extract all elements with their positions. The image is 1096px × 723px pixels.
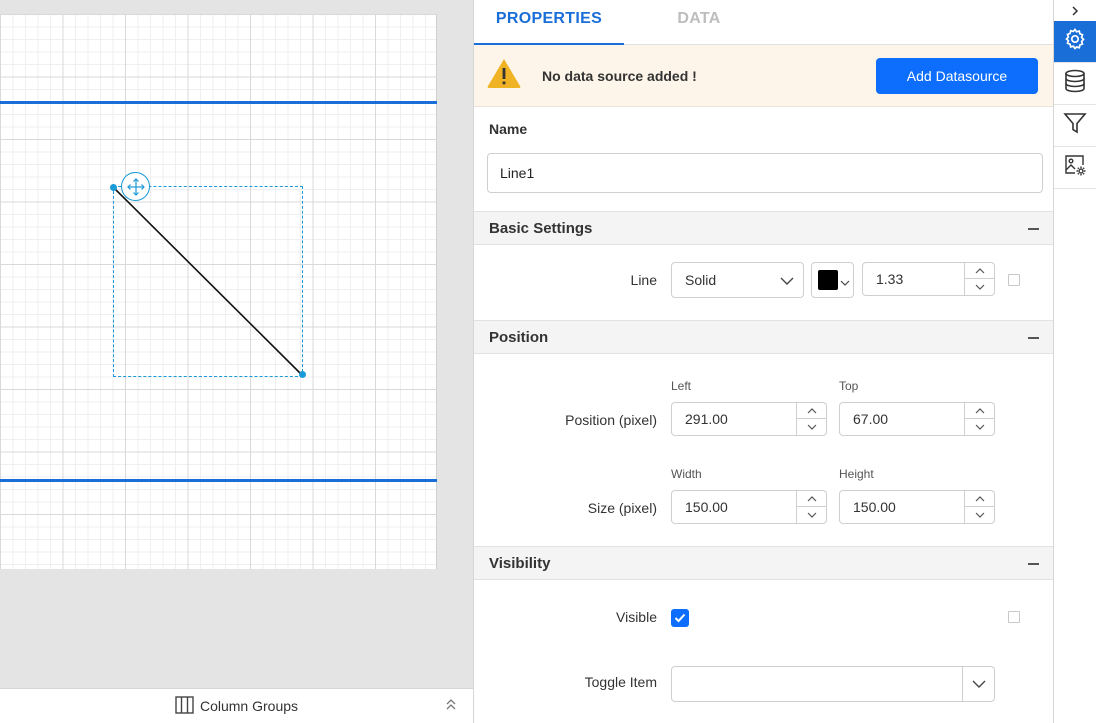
chevron-down-icon[interactable] [962,667,994,701]
basic-settings-header[interactable]: Basic Settings [474,211,1053,245]
position-title: Position [489,328,549,346]
line-style-dropdown[interactable]: Solid [671,262,804,298]
spin-up-button[interactable] [965,403,994,419]
width-value: 150.00 [685,499,728,515]
spin-down-button[interactable] [797,419,826,435]
height-input[interactable]: 150.00 [839,490,995,524]
chevron-right-icon[interactable] [1054,0,1096,21]
columns-icon [175,695,194,717]
line-start-handle[interactable] [110,184,117,191]
visible-label: Visible [616,609,657,625]
line-width-input[interactable]: 1.33 [862,262,995,296]
toggle-item-label: Toggle Item [584,674,657,690]
left-spinner [796,403,826,435]
top-spinner [964,403,994,435]
rail-properties-button[interactable] [1054,21,1096,63]
move-icon[interactable] [121,172,150,201]
height-spinner [964,491,994,523]
visibility-title: Visibility [489,554,551,572]
chevron-down-icon [779,273,795,292]
spin-up-button[interactable] [965,263,994,279]
height-value: 150.00 [853,499,896,515]
line-color-picker[interactable] [811,262,854,298]
basic-settings-title: Basic Settings [489,219,593,237]
tab-data[interactable]: DATA [624,0,774,44]
spin-down-button[interactable] [965,279,994,295]
line-width-value: 1.33 [876,271,904,287]
design-canvas[interactable]: Column Groups [0,0,474,723]
position-label: Position (pixel) [565,412,657,428]
spin-down-button[interactable] [965,507,994,523]
column-groups-bar: Column Groups [0,688,473,723]
position-body: Left Top Position (pixel) 291.00 67.00 W… [474,354,1053,546]
selection-box[interactable] [113,186,303,377]
width-input[interactable]: 150.00 [671,490,827,524]
chevron-down-icon [840,275,850,291]
database-icon [1064,69,1086,98]
column-groups-toggle[interactable]: Column Groups [175,695,299,717]
spin-up-button[interactable] [797,491,826,507]
visibility-body: Visible Toggle Item [474,580,1053,722]
no-datasource-warning: No data source added ! Add Datasource [474,45,1053,107]
position-header[interactable]: Position [474,320,1053,354]
rail-filter-button[interactable] [1054,105,1096,147]
panel-tabs: PROPERTIES DATA [474,0,1053,45]
column-groups-label: Column Groups [199,698,299,714]
collapse-icon[interactable] [1028,228,1039,230]
gear-icon [1063,27,1087,56]
rail-data-button[interactable] [1054,63,1096,105]
spin-up-button[interactable] [965,491,994,507]
left-value: 291.00 [685,411,728,427]
line-label: Line [630,272,657,288]
spin-up-button[interactable] [797,403,826,419]
warning-icon [486,57,522,94]
width-spinner [796,491,826,523]
height-label: Height [839,467,874,481]
size-label: Size (pixel) [587,500,657,516]
tab-properties[interactable]: PROPERTIES [474,0,624,45]
top-input[interactable]: 67.00 [839,402,995,436]
filter-icon [1063,111,1087,140]
width-label: Width [671,467,702,481]
line-end-handle[interactable] [299,371,306,378]
warning-message: No data source added ! [542,67,697,84]
add-datasource-button[interactable]: Add Datasource [876,58,1038,94]
visible-override-checkbox[interactable] [1008,611,1020,623]
visibility-header[interactable]: Visibility [474,546,1053,580]
top-label: Top [839,379,859,393]
name-input[interactable] [487,153,1043,193]
double-chevron-up-icon[interactable] [445,697,457,716]
name-section: Name [474,107,1053,211]
color-swatch [818,270,838,290]
line-style-value: Solid [685,272,717,288]
name-label: Name [489,121,528,137]
collapse-icon[interactable] [1028,337,1039,339]
left-label: Left [671,379,692,393]
line-width-spinner [964,263,994,295]
rail-image-settings-button[interactable] [1054,147,1096,189]
side-rail [1053,0,1096,723]
properties-panel: PROPERTIES DATA No data source added ! A… [474,0,1053,723]
left-input[interactable]: 291.00 [671,402,827,436]
image-settings-icon [1063,153,1087,182]
toggle-item-dropdown[interactable] [671,666,995,702]
visible-checkbox[interactable] [671,609,689,627]
basic-settings-body: Line Solid 1.33 [474,245,1053,320]
line-override-checkbox[interactable] [1008,274,1020,286]
spin-down-button[interactable] [965,419,994,435]
top-value: 67.00 [853,411,889,427]
collapse-icon[interactable] [1028,563,1039,565]
spin-down-button[interactable] [797,507,826,523]
